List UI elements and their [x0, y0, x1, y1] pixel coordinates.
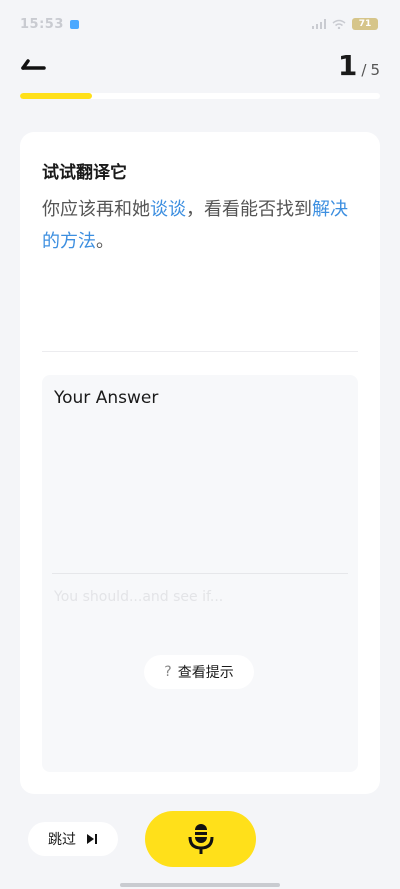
status-left: 15:53	[20, 17, 79, 32]
back-arrow-icon	[21, 59, 46, 70]
app-notification-icon	[69, 19, 79, 29]
battery-icon: 71	[352, 18, 378, 30]
source-sentence: 你应该再和她谈谈，看看能否找到解决的方法。	[42, 194, 360, 258]
microphone-button[interactable]	[145, 811, 256, 867]
skip-button[interactable]: 跳过	[28, 822, 118, 856]
counter-total: 5	[370, 60, 380, 79]
hint-label: 查看提示	[177, 665, 234, 681]
answer-divider	[52, 573, 348, 574]
header: 1 / 5	[0, 46, 400, 84]
answer-label: Your Answer	[54, 388, 159, 408]
sentence-part: 你应该再和她	[42, 199, 150, 220]
microphone-icon	[188, 824, 213, 854]
view-hint-button[interactable]: ? 查看提示	[144, 655, 254, 689]
back-button[interactable]	[20, 50, 52, 80]
card-title: 试试翻译它	[42, 163, 127, 183]
card-divider	[42, 351, 358, 352]
skip-next-icon	[87, 834, 97, 844]
answer-placeholder: You should...and see if...	[54, 589, 224, 605]
answer-box[interactable]: Your Answer You should...and see if... ?…	[42, 375, 358, 772]
progress-fill	[20, 93, 92, 99]
sentence-part: 。	[96, 231, 114, 252]
status-time: 15:53	[20, 16, 64, 32]
skip-label: 跳过	[48, 832, 76, 848]
sentence-part: ，看看能否找到	[186, 199, 312, 220]
home-indicator[interactable]	[120, 883, 280, 887]
question-card: 试试翻译它 你应该再和她谈谈，看看能否找到解决的方法。 Your Answer …	[20, 132, 380, 794]
wifi-icon	[332, 19, 346, 29]
sentence-highlight[interactable]: 谈谈	[150, 199, 186, 220]
counter-separator: /	[361, 60, 367, 79]
status-right: 71	[312, 18, 378, 30]
progress-bar	[20, 93, 380, 99]
counter-current: 1	[337, 48, 358, 82]
signal-icon	[312, 19, 326, 29]
question-mark-icon: ?	[164, 664, 172, 680]
question-counter: 1 / 5	[338, 49, 380, 82]
status-bar: 15:53 71	[0, 0, 400, 48]
